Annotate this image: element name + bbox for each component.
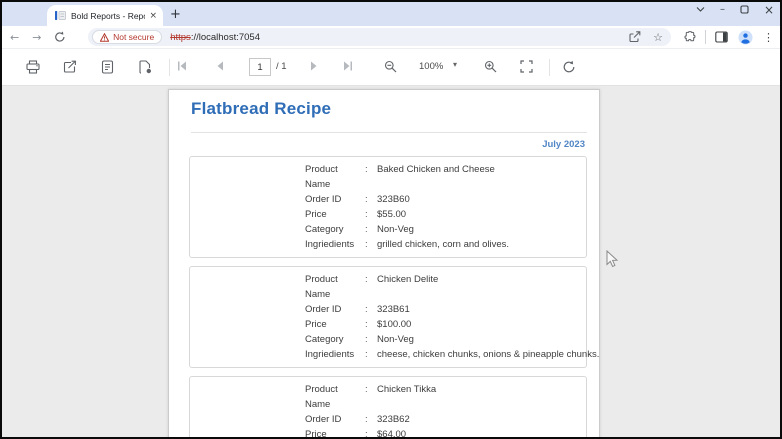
field-label: Product Name [305, 164, 338, 190]
zoom-level-value[interactable]: 100% [419, 61, 443, 72]
page-total-label: / 1 [276, 61, 287, 72]
field-label: Product Name [305, 384, 338, 410]
field-label: Ingriedients [305, 349, 355, 360]
field-value: 323B62 [377, 414, 410, 425]
field-value: $100.00 [377, 319, 412, 330]
bold-reports-favicon [55, 11, 66, 20]
field-colon: : [365, 334, 368, 345]
zoom-out-button[interactable] [384, 60, 397, 73]
field-label: Category [305, 334, 344, 345]
zoom-dropdown-caret-icon[interactable]: ▾ [453, 60, 457, 69]
window-chevron-icon[interactable] [696, 7, 705, 12]
zoom-in-button[interactable] [484, 60, 497, 73]
field-colon: : [365, 429, 368, 437]
field-colon: : [365, 239, 368, 250]
field-colon: : [365, 164, 368, 175]
product-card: Product Name: Baked Chicken and Cheese Or… [189, 156, 587, 258]
export-button[interactable] [63, 60, 77, 74]
browser-window: Bold Reports - Report Viewer × + – × ← → [0, 0, 782, 439]
field-label: Order ID [305, 414, 342, 425]
report-title: Flatbread Recipe [191, 99, 332, 118]
field-colon: : [365, 209, 368, 220]
field-value: grilled chicken, corn and olives. [377, 239, 510, 250]
field-label: Price [305, 319, 327, 330]
product-cards: Product Name: Baked Chicken and Cheese Or… [189, 156, 599, 437]
mouse-cursor [606, 250, 619, 268]
window-restore-icon[interactable] [740, 5, 749, 14]
field-label: Category [305, 224, 344, 235]
url-address: ://localhost:7054 [190, 31, 260, 43]
field-label: Ingriedients [305, 239, 355, 250]
field-colon: : [365, 349, 368, 360]
parameters-panel-button[interactable] [101, 60, 114, 74]
window-close-icon[interactable]: × [764, 4, 774, 16]
field-value: Baked Chicken and Cheese [377, 164, 495, 175]
browser-toolbar: ← → Not secure https://localhost:7054 ☆ … [2, 26, 780, 49]
field-label: Price [305, 429, 327, 437]
refresh-button[interactable] [562, 60, 576, 74]
field-colon: : [365, 304, 368, 315]
profile-avatar[interactable] [738, 30, 753, 45]
field-label: Order ID [305, 304, 342, 315]
tab-close-icon[interactable]: × [149, 11, 157, 21]
site-security-chip[interactable]: Not secure [92, 30, 163, 44]
print-button[interactable] [26, 60, 40, 74]
browser-tab[interactable]: Bold Reports - Report Viewer × [47, 5, 163, 26]
address-bar[interactable]: Not secure https://localhost:7054 ☆ [88, 28, 671, 46]
extensions-icon[interactable] [683, 30, 696, 44]
page-number-input[interactable]: 1 [249, 58, 271, 76]
page-setup-button[interactable] [138, 60, 152, 74]
field-label: Order ID [305, 194, 342, 205]
chrome-actions: ⋮ [683, 30, 780, 45]
new-tab-button[interactable]: + [170, 6, 181, 23]
first-page-button[interactable] [176, 60, 188, 72]
field-colon: : [365, 194, 368, 205]
product-card: Product Name: Chicken Tikka Order ID:323B… [189, 376, 587, 437]
field-colon: : [365, 224, 368, 235]
field-value: Non-Veg [377, 334, 414, 345]
product-card: Product Name: Chicken Delite Order ID:323… [189, 266, 599, 368]
field-colon: : [365, 319, 368, 330]
report-page: Flatbread Recipe July 2023 Product Name:… [168, 89, 600, 437]
url-protocol: https [170, 31, 191, 43]
tab-title: Bold Reports - Report Viewer [71, 10, 145, 21]
report-canvas: Flatbread Recipe July 2023 Product Name:… [2, 86, 780, 437]
field-label: Product Name [305, 274, 338, 300]
report-viewer-toolbar: 1 / 1 100% ▾ [2, 49, 780, 86]
report-date: July 2023 [542, 139, 585, 150]
bookmark-star-icon[interactable]: ☆ [653, 32, 663, 43]
last-page-button[interactable] [342, 60, 354, 72]
title-divider [191, 132, 587, 133]
field-value: 323B61 [377, 304, 410, 315]
field-colon: : [365, 384, 368, 395]
back-icon[interactable]: ← [10, 31, 19, 44]
field-value: cheese, chicken chunks, onions & pineapp… [377, 349, 600, 360]
field-value: $55.00 [377, 209, 407, 220]
next-page-button[interactable] [309, 60, 319, 72]
field-value: Chicken Delite [377, 274, 439, 285]
field-value: $64.00 [377, 429, 407, 437]
previous-page-button[interactable] [215, 60, 225, 72]
fit-to-page-button[interactable] [520, 60, 533, 73]
field-value: Non-Veg [377, 224, 414, 235]
field-colon: : [365, 414, 368, 425]
not-secure-label: Not secure [113, 32, 155, 42]
window-controls: – × [696, 4, 774, 16]
field-colon: : [365, 274, 368, 285]
field-value: Chicken Tikka [377, 384, 437, 395]
reload-icon[interactable] [54, 31, 66, 43]
field-value: 323B60 [377, 194, 410, 205]
toolbar-separator [169, 59, 170, 76]
tab-strip: Bold Reports - Report Viewer × + – × [2, 2, 780, 26]
url-text: https://localhost:7054 [170, 32, 260, 43]
toolbar-separator [549, 59, 550, 76]
field-label: Price [305, 209, 327, 220]
toolbar-separator [705, 30, 706, 44]
menu-dots-icon[interactable]: ⋮ [763, 31, 774, 44]
share-icon[interactable] [629, 31, 641, 43]
warning-triangle-icon [100, 32, 110, 42]
forward-icon[interactable]: → [32, 31, 41, 44]
side-panel-icon[interactable] [715, 31, 728, 43]
window-minimize-icon[interactable]: – [720, 4, 725, 15]
